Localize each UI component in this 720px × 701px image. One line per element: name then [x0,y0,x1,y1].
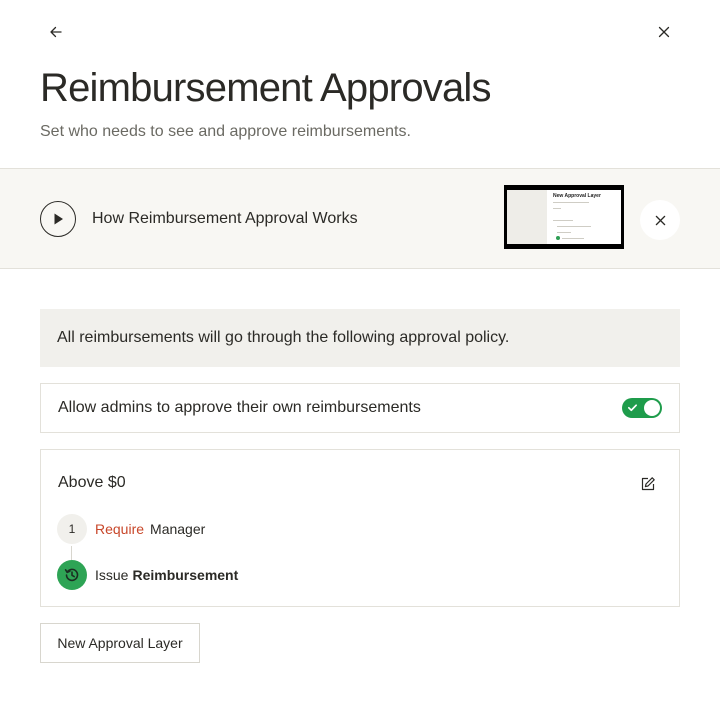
issue-reimbursement-icon [57,560,87,590]
video-title[interactable]: How Reimbursement Approval Works [92,209,358,229]
banner-close-button[interactable] [640,200,680,240]
thumbnail-preview: New Approval Layer [507,190,621,244]
close-button[interactable] [648,16,680,48]
issue-emphasis: Reimbursement [132,567,239,583]
thumbnail-line [557,232,571,233]
page-title: Reimbursement Approvals [40,66,492,110]
thumbnail-line [553,208,561,209]
thumbnail-line [553,220,573,221]
thumbnail-line [557,226,591,227]
threshold-label: Above $0 [58,474,126,491]
edit-policy-button[interactable] [634,470,662,498]
approval-step-action: Require [95,521,145,537]
thumbnail-line [553,202,589,203]
approval-step-number: 1 [57,514,87,544]
toggle-knob [644,400,660,416]
policy-notice: All reimbursements will go through the f… [40,309,680,367]
arrow-left-icon [50,26,62,38]
video-banner: How Reimbursement Approval Works New App… [0,168,720,269]
close-icon [658,26,670,38]
admin-approval-setting: Allow admins to approve their own reimbu… [40,383,680,433]
issue-prefix: Issue [95,567,129,583]
page-subtitle: Set who needs to see and approve reimbur… [40,123,411,140]
thumbnail-dot [556,236,560,240]
video-thumbnail[interactable]: New Approval Layer [504,185,624,249]
new-approval-layer-button[interactable]: New Approval Layer [40,623,200,663]
thumbnail-sidebar [507,190,547,244]
back-button[interactable] [40,16,72,48]
thumbnail-heading: New Approval Layer [553,193,601,199]
approval-step-approver: Manager [150,521,206,537]
close-icon [655,215,665,225]
admin-approval-toggle[interactable] [622,398,662,418]
play-icon [54,213,63,225]
thumbnail-line [562,238,584,239]
admin-approval-label: Allow admins to approve their own reimbu… [58,399,421,416]
approval-policy-card: Above $0 1 Require Manager Issue Reimburse… [40,449,680,607]
play-button[interactable] [40,201,76,237]
step-connector [71,546,72,560]
refund-clock-icon [64,568,79,582]
approval-step: Require Manager [95,521,205,537]
policy-notice-text: All reimbursements will go through the f… [57,329,510,346]
check-icon [628,404,637,412]
edit-icon [641,477,655,491]
issue-reimbursement-step: Issue Reimbursement [95,567,238,583]
